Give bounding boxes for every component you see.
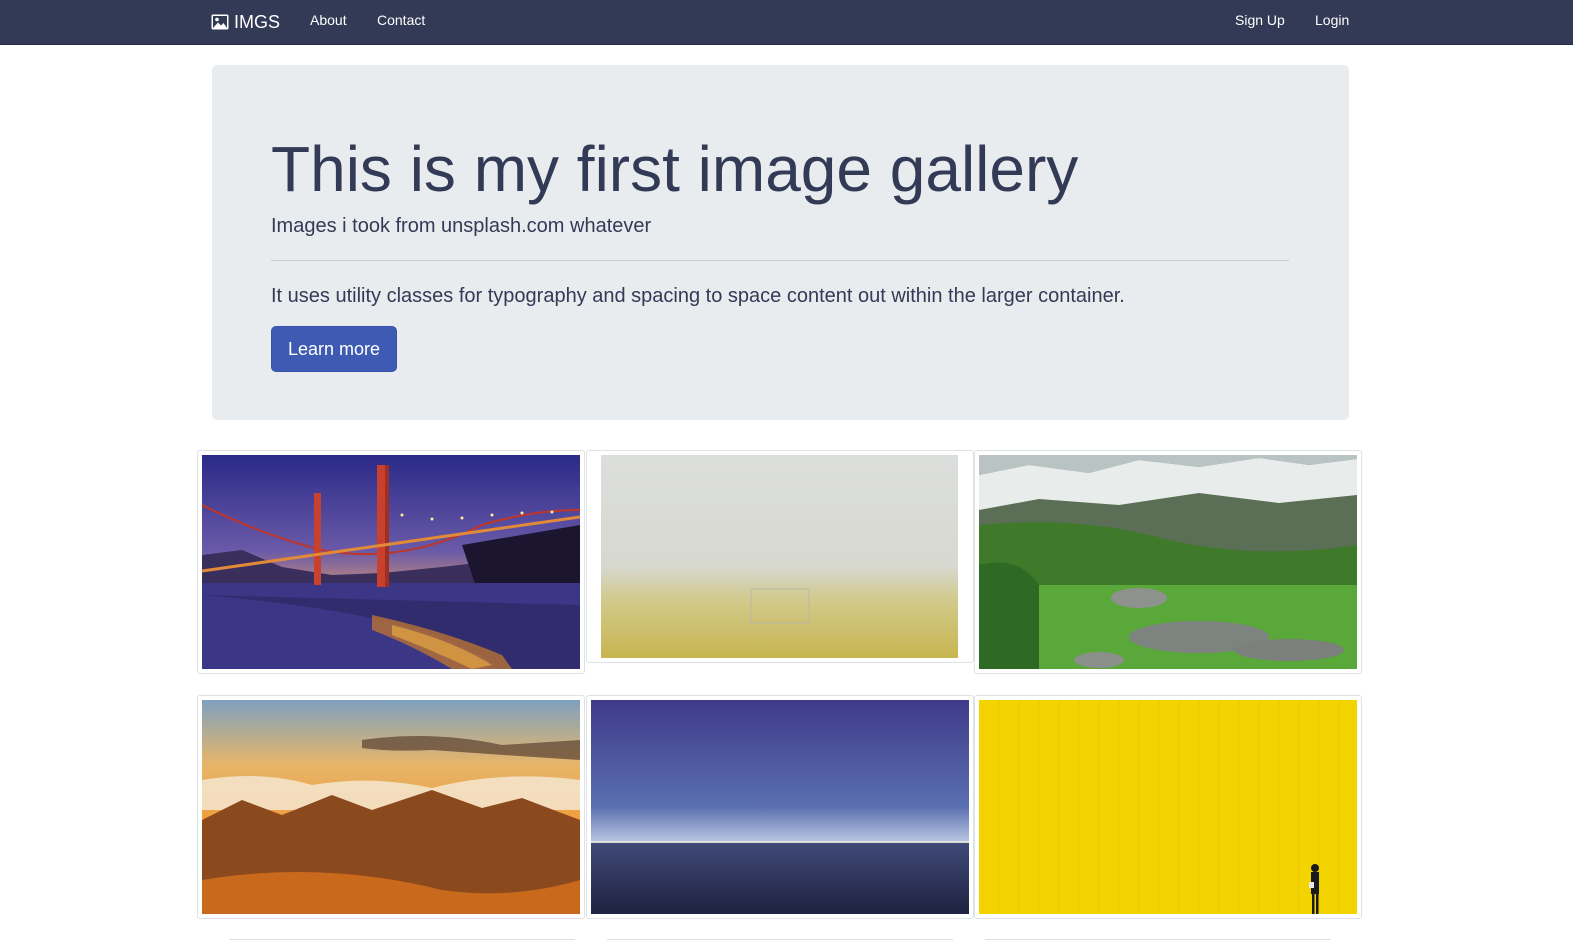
gallery-thumbnail[interactable] [586, 695, 974, 919]
navbar: IMGS About Contact Sign Up Login [0, 0, 1573, 45]
page-title: This is my first image gallery [271, 133, 1079, 205]
nav-signup-link[interactable]: Sign Up [1235, 12, 1285, 28]
learn-more-button[interactable]: Learn more [271, 326, 397, 372]
lead-text: Images i took from unsplash.com whatever [271, 215, 652, 237]
gallery-row-edge [985, 939, 1331, 940]
sunset-mountains-image [202, 700, 580, 914]
description-text: It uses utility classes for typography a… [271, 285, 1125, 307]
gallery-row-edge [229, 939, 575, 940]
gallery-thumbnail[interactable] [197, 695, 585, 919]
divider [271, 260, 1289, 261]
gallery-thumbnail[interactable] [586, 450, 974, 663]
foggy-field-image [591, 455, 969, 658]
nav-contact-link[interactable]: Contact [377, 12, 425, 28]
nav-about-link[interactable]: About [310, 12, 347, 28]
gallery-thumbnail[interactable] [974, 695, 1362, 919]
ocean-horizon-image [591, 700, 969, 914]
brand-name: IMGS [234, 11, 281, 32]
gallery-row-edge [607, 939, 953, 940]
jumbotron: This is my first image gallery Images i … [212, 65, 1349, 420]
nav-login-link[interactable]: Login [1315, 12, 1349, 28]
gallery-thumbnail[interactable] [197, 450, 585, 674]
mountain-valley-image [979, 455, 1357, 669]
gallery-thumbnail[interactable] [974, 450, 1362, 674]
golden-gate-bridge-image [202, 455, 580, 669]
yellow-wall-image [979, 700, 1357, 914]
image-icon [211, 14, 229, 30]
brand-link[interactable]: IMGS [211, 11, 280, 33]
